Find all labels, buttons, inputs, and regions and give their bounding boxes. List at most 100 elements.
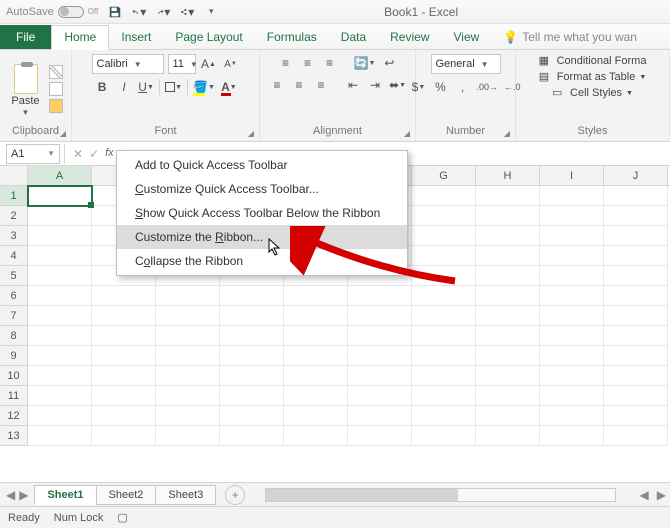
cell-G1[interactable] <box>412 186 476 206</box>
cell-J2[interactable] <box>604 206 668 226</box>
cell-D10[interactable] <box>220 366 284 386</box>
cell-I8[interactable] <box>540 326 604 346</box>
cell-H7[interactable] <box>476 306 540 326</box>
cell-J13[interactable] <box>604 426 668 446</box>
row-header-3[interactable]: 3 <box>0 226 28 246</box>
sheet-tab-sheet2[interactable]: Sheet2 <box>96 485 157 505</box>
copy-icon[interactable] <box>49 82 63 96</box>
align-top-icon[interactable]: ≡ <box>277 54 295 72</box>
row-header-1[interactable]: 1 <box>0 186 28 206</box>
dialog-launcher-icon[interactable]: ◢ <box>404 129 410 138</box>
cell-I12[interactable] <box>540 406 604 426</box>
cell-F13[interactable] <box>348 426 412 446</box>
cell-B13[interactable] <box>92 426 156 446</box>
cell-E7[interactable] <box>284 306 348 326</box>
cell-I13[interactable] <box>540 426 604 446</box>
align-bottom-icon[interactable]: ≡ <box>321 54 339 72</box>
cell-A1[interactable] <box>28 186 92 206</box>
row-header-6[interactable]: 6 <box>0 286 28 306</box>
cell-E8[interactable] <box>284 326 348 346</box>
increase-decimal-icon[interactable]: .00→ <box>475 78 499 96</box>
autosave-toggle[interactable]: AutoSave Off <box>6 6 98 18</box>
cell-G10[interactable] <box>412 366 476 386</box>
cell-I10[interactable] <box>540 366 604 386</box>
cell-H3[interactable] <box>476 226 540 246</box>
col-header-H[interactable]: H <box>476 166 540 185</box>
decrease-indent-icon[interactable]: ⇤ <box>344 76 362 94</box>
cell-E11[interactable] <box>284 386 348 406</box>
row-header-4[interactable]: 4 <box>0 246 28 266</box>
row-header-10[interactable]: 10 <box>0 366 28 386</box>
scroll-right-icon[interactable]: ▶ <box>653 488 670 502</box>
cell-G8[interactable] <box>412 326 476 346</box>
cell-styles-button[interactable]: ▭Cell Styles▼ <box>552 86 633 100</box>
name-box[interactable]: A1▼ <box>6 144 60 164</box>
cell-G9[interactable] <box>412 346 476 366</box>
cell-H13[interactable] <box>476 426 540 446</box>
cell-A3[interactable] <box>28 226 92 246</box>
cell-A6[interactable] <box>28 286 92 306</box>
cell-H5[interactable] <box>476 266 540 286</box>
tab-insert[interactable]: Insert <box>109 26 163 49</box>
cell-B8[interactable] <box>92 326 156 346</box>
cell-G12[interactable] <box>412 406 476 426</box>
merge-center-icon[interactable]: ⬌▼ <box>388 76 407 94</box>
paste-button[interactable]: Paste ▼ <box>8 62 43 117</box>
cell-B6[interactable] <box>92 286 156 306</box>
cell-D8[interactable] <box>220 326 284 346</box>
font-size-combo[interactable]: 11▼ <box>168 54 196 74</box>
cell-F10[interactable] <box>348 366 412 386</box>
enter-icon[interactable]: ✓ <box>89 147 99 161</box>
redo-icon[interactable]: ▾ <box>156 5 170 19</box>
cell-A12[interactable] <box>28 406 92 426</box>
cell-H12[interactable] <box>476 406 540 426</box>
cell-J8[interactable] <box>604 326 668 346</box>
cell-I5[interactable] <box>540 266 604 286</box>
cell-C7[interactable] <box>156 306 220 326</box>
row-header-11[interactable]: 11 <box>0 386 28 406</box>
bold-button[interactable]: B <box>93 78 111 96</box>
cell-I9[interactable] <box>540 346 604 366</box>
cell-I11[interactable] <box>540 386 604 406</box>
cell-A9[interactable] <box>28 346 92 366</box>
col-header-I[interactable]: I <box>540 166 604 185</box>
cell-G2[interactable] <box>412 206 476 226</box>
cell-G13[interactable] <box>412 426 476 446</box>
cell-J11[interactable] <box>604 386 668 406</box>
tab-formulas[interactable]: Formulas <box>255 26 329 49</box>
row-header-5[interactable]: 5 <box>0 266 28 286</box>
cell-J3[interactable] <box>604 226 668 246</box>
row-header-7[interactable]: 7 <box>0 306 28 326</box>
borders-button[interactable]: ▼ <box>164 78 183 96</box>
format-painter-icon[interactable] <box>49 99 63 113</box>
decrease-font-icon[interactable]: A▼ <box>222 55 240 73</box>
cell-H2[interactable] <box>476 206 540 226</box>
cell-J1[interactable] <box>604 186 668 206</box>
increase-font-icon[interactable]: A▲ <box>200 55 218 73</box>
cell-C12[interactable] <box>156 406 220 426</box>
cancel-icon[interactable]: ✕ <box>73 147 83 161</box>
cell-D7[interactable] <box>220 306 284 326</box>
cell-A2[interactable] <box>28 206 92 226</box>
font-name-combo[interactable]: Calibri▼ <box>92 54 164 74</box>
cell-A7[interactable] <box>28 306 92 326</box>
tab-view[interactable]: View <box>442 26 492 49</box>
cell-H1[interactable] <box>476 186 540 206</box>
accounting-format-icon[interactable]: $▼ <box>409 78 427 96</box>
cell-J4[interactable] <box>604 246 668 266</box>
tab-review[interactable]: Review <box>378 26 441 49</box>
cell-H9[interactable] <box>476 346 540 366</box>
sheet-tab-sheet3[interactable]: Sheet3 <box>155 485 216 505</box>
cell-C8[interactable] <box>156 326 220 346</box>
cell-D12[interactable] <box>220 406 284 426</box>
cell-E12[interactable] <box>284 406 348 426</box>
cell-H4[interactable] <box>476 246 540 266</box>
cell-A13[interactable] <box>28 426 92 446</box>
cell-I2[interactable] <box>540 206 604 226</box>
number-format-combo[interactable]: General▼ <box>431 54 501 74</box>
cell-B10[interactable] <box>92 366 156 386</box>
cell-I3[interactable] <box>540 226 604 246</box>
cell-F11[interactable] <box>348 386 412 406</box>
new-sheet-button[interactable]: + <box>225 485 245 505</box>
cell-I7[interactable] <box>540 306 604 326</box>
